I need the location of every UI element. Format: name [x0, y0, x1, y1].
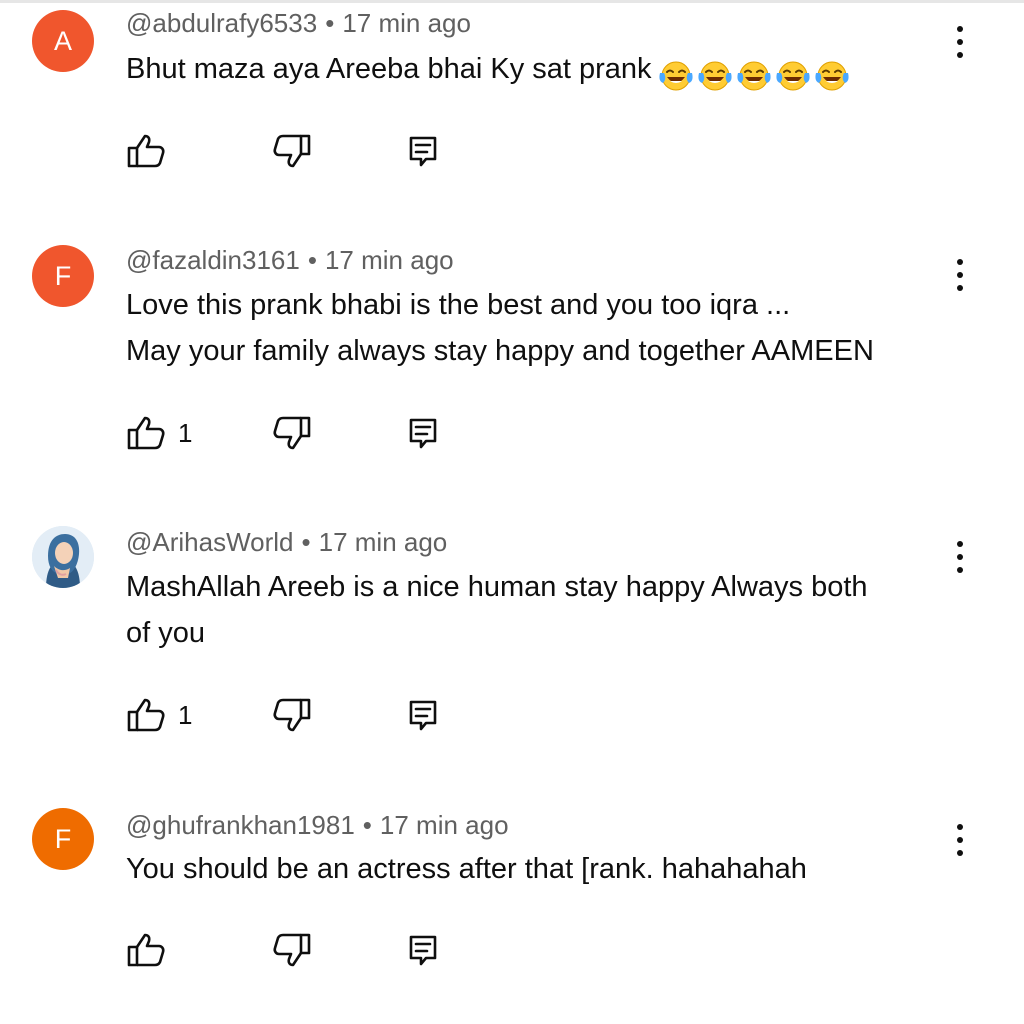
meta-separator: • — [307, 245, 317, 275]
laughing-tears-emoji — [658, 61, 693, 91]
laughing-tears-emoji — [697, 61, 732, 91]
avatar[interactable] — [32, 526, 94, 588]
laughing-tears-emoji — [736, 61, 771, 91]
comment-actions: 1 — [126, 413, 466, 453]
comment-meta: @fazaldin3161 • 17 min ago — [126, 245, 454, 275]
comment-meta: @abdulrafy6533 • 17 min ago — [126, 8, 471, 38]
like-icon — [127, 698, 165, 732]
laughing-tears-emoji — [814, 61, 849, 91]
comment-meta: @ghufrankhan1981 • 17 min ago — [126, 810, 509, 840]
comment-time: 17 min ago — [379, 810, 509, 840]
dislike-button[interactable] — [272, 930, 312, 970]
meta-separator: • — [301, 527, 311, 557]
meta-separator: • — [362, 810, 372, 840]
top-divider — [0, 0, 1024, 3]
comment-time: 17 min ago — [318, 527, 448, 557]
reply-icon — [409, 136, 437, 167]
dislike-button[interactable] — [272, 413, 312, 453]
reply-icon — [409, 935, 437, 966]
comment-line-text: Bhut maza aya Areeba bhai Ky sat prank — [126, 53, 652, 85]
like-icon — [127, 134, 165, 168]
comment-line: Bhut maza aya Areeba bhai Ky sat prank — [126, 46, 946, 98]
reply-icon — [409, 418, 437, 449]
dislike-button[interactable] — [272, 695, 312, 735]
avatar-letter: F — [54, 823, 72, 854]
like-count: 1 — [178, 699, 193, 730]
author-name[interactable]: @fazaldin3161 — [126, 245, 300, 275]
author-name[interactable]: @abdulrafy6533 — [126, 8, 317, 38]
more-vert-icon[interactable] — [946, 820, 974, 860]
reply-button[interactable] — [408, 131, 438, 171]
emoji-group — [658, 52, 853, 98]
like-button[interactable] — [126, 131, 178, 171]
dislike-icon — [273, 698, 311, 732]
avatar-letter: A — [53, 25, 72, 56]
reply-icon — [409, 700, 437, 731]
avatar-letter: F — [54, 260, 72, 291]
like-icon — [127, 933, 165, 967]
reply-button[interactable] — [408, 413, 438, 453]
comment-line: MashAllah Areeb is a nice human stay hap… — [126, 571, 868, 603]
like-icon — [127, 416, 165, 450]
like-button[interactable]: 1 — [126, 413, 192, 453]
comment-actions — [126, 930, 466, 970]
more-vert-icon[interactable] — [946, 537, 974, 577]
dislike-button[interactable] — [272, 131, 312, 171]
author-name[interactable]: @ghufrankhan1981 — [126, 810, 355, 840]
profile-photo — [32, 526, 94, 588]
comment-line: May your family always stay happy and to… — [126, 335, 874, 367]
reply-button[interactable] — [408, 695, 438, 735]
avatar[interactable]: F — [32, 808, 94, 870]
comment-text: MashAllah Areeb is a nice human stay hap… — [126, 564, 946, 656]
more-vert-icon[interactable] — [946, 255, 974, 295]
author-name[interactable]: @ArihasWorld — [126, 527, 294, 557]
dislike-icon — [273, 933, 311, 967]
avatar[interactable]: A — [32, 10, 94, 72]
avatar[interactable]: F — [32, 245, 94, 307]
comment-text: You should be an actress after that [ran… — [126, 846, 946, 892]
comment-actions: 1 — [126, 695, 466, 735]
reply-button[interactable] — [408, 930, 438, 970]
comment-time: 17 min ago — [342, 8, 471, 38]
comment-text: Love this prank bhabi is the best and yo… — [126, 282, 946, 374]
more-vert-icon[interactable] — [946, 22, 974, 62]
like-count: 1 — [178, 417, 193, 448]
meta-separator: • — [325, 8, 335, 38]
comment-meta: @ArihasWorld • 17 min ago — [126, 527, 447, 557]
comment-time: 17 min ago — [324, 245, 454, 275]
comment-text: Bhut maza aya Areeba bhai Ky sat prank — [126, 46, 946, 98]
laughing-tears-emoji — [775, 61, 810, 91]
like-button[interactable] — [126, 930, 178, 970]
like-button[interactable]: 1 — [126, 695, 192, 735]
dislike-icon — [273, 416, 311, 450]
comment-actions — [126, 131, 466, 171]
comment-line: You should be an actress after that [ran… — [126, 853, 807, 885]
comment-line: Love this prank bhabi is the best and yo… — [126, 289, 791, 321]
dislike-icon — [273, 134, 311, 168]
comment-line: of you — [126, 617, 205, 649]
